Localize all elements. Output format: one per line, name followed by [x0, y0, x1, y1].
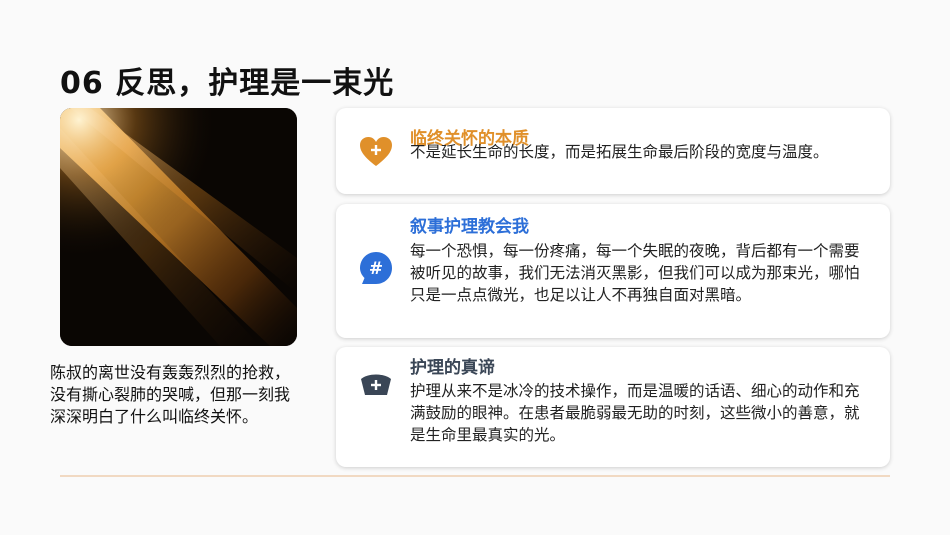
card-body: 护理从来不是冰冷的技术操作，而是温暖的话语、细心的动作和充满鼓励的眼神。在患者最… — [410, 382, 860, 444]
nurse-cap-icon — [358, 367, 394, 403]
card-hospice-essence: 临终关怀的本质 不是延长生命的长度，而是拓展生命最后阶段的宽度与温度。 — [336, 108, 890, 194]
heart-plus-icon — [358, 134, 394, 170]
card-body: 不是延长生命的长度，而是拓展生命最后阶段的宽度与温度。 — [410, 143, 829, 161]
light-beam-photo — [60, 108, 297, 346]
card-nursing-truth: 护理的真谛 护理从来不是冰冷的技术操作，而是温暖的话语、细心的动作和充满鼓励的眼… — [336, 347, 890, 467]
card-heading: 叙事护理教会我 — [410, 217, 529, 237]
hashtag-chat-icon: # — [358, 250, 394, 286]
card-narrative-nursing: # 叙事护理教会我 每一个恐惧，每一份疼痛，每一个失眠的夜晚，背后都有一个需要被… — [336, 204, 890, 338]
slide-title: 06 反思，护理是一束光 — [60, 66, 395, 101]
card-heading: 护理的真谛 — [410, 358, 495, 378]
story-caption: 陈叔的离世没有轰轰烈烈的抢救，没有撕心裂肺的哭喊，但那一刻我深深明白了什么叫临终… — [50, 363, 291, 426]
footer-divider — [60, 475, 890, 477]
svg-text:#: # — [369, 259, 383, 279]
card-body: 每一个恐惧，每一份疼痛，每一个失眠的夜晚，背后都有一个需要被听见的故事，我们无法… — [410, 242, 860, 304]
